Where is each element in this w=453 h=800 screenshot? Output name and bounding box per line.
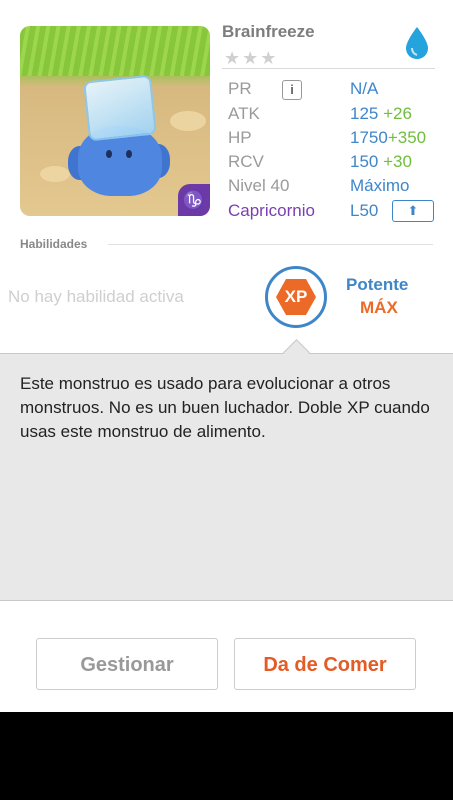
- abilities-section-title: Habilidades: [20, 237, 88, 251]
- pr-value: N/A: [350, 79, 379, 98]
- rarity-stars: ★★★: [224, 48, 279, 68]
- hp-label: HP: [228, 128, 252, 147]
- capricorn-sign-icon: ♑: [178, 184, 210, 216]
- ground-spot: [40, 166, 70, 182]
- abilities-divider: [108, 244, 433, 245]
- sign-badge-text: ♑: [182, 190, 206, 210]
- level-label: Nivel 40: [228, 176, 290, 195]
- xp-icon-text: XP: [284, 287, 308, 306]
- pr-label: PR: [228, 79, 252, 98]
- info-icon[interactable]: i: [282, 80, 302, 100]
- ground-spot: [170, 111, 206, 131]
- rcv-value-group: 150 +30: [350, 152, 412, 172]
- manage-button[interactable]: Gestionar: [36, 638, 218, 690]
- rcv-bonus: +30: [383, 152, 412, 171]
- water-drop-icon: [406, 27, 428, 59]
- zodiac-level-value: L50: [350, 201, 379, 220]
- rcv-label: RCV: [228, 152, 264, 171]
- xp-ability-badge[interactable]: XP: [265, 266, 327, 328]
- rcv-value: 150: [350, 152, 379, 171]
- monster-description: Este monstruo es usado para evolucionar …: [20, 374, 430, 441]
- feed-button[interactable]: Da de Comer: [234, 638, 416, 690]
- atk-bonus: +26: [383, 104, 412, 123]
- hp-bonus: +350: [387, 128, 427, 147]
- level-value: Máximo: [350, 176, 410, 195]
- zodiac-label: Capricornio: [228, 201, 315, 220]
- hp-value: 1750: [350, 128, 388, 147]
- atk-label: ATK: [228, 104, 260, 123]
- monster-eye: [106, 150, 112, 158]
- monster-eye: [126, 150, 132, 158]
- grass-decoration: [20, 26, 210, 76]
- no-active-ability-text: No hay habilidad activa: [8, 287, 184, 306]
- monster-name: Brainfreeze: [222, 22, 315, 41]
- hp-value-group: 1750+350: [350, 128, 426, 148]
- ability-level-label: MÁX: [360, 298, 398, 317]
- atk-value-group: 125 +26: [350, 104, 412, 124]
- upgrade-button[interactable]: ⬆: [392, 200, 434, 222]
- monster-portrait: ♑: [20, 26, 210, 216]
- ability-strength-label: Potente: [346, 275, 409, 294]
- header-divider: [222, 68, 435, 69]
- arrow-up-icon: ⬆: [407, 203, 419, 218]
- xp-icon: XP: [276, 279, 316, 315]
- monster-detail-screen: ♑ Brainfreeze ★★★ PR i N/A ATK 125 +26 H…: [0, 0, 453, 712]
- atk-value: 125: [350, 104, 379, 123]
- ice-cube: [83, 74, 157, 142]
